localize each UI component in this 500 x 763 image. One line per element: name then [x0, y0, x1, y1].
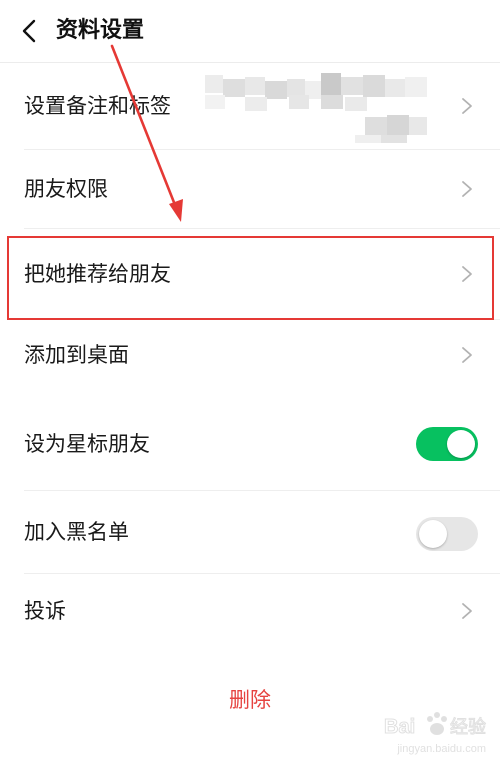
page-title: 资料设置 — [56, 18, 145, 43]
row-add-to-desktop-label: 添加到桌面 — [24, 343, 129, 367]
row-recommend-to-friend-label: 把她推荐给朋友 — [24, 262, 171, 286]
row-blacklist: 加入黑名单 — [0, 491, 500, 573]
svg-text:Bai: Bai — [384, 716, 415, 738]
row-star-friend: 设为星标朋友 — [0, 402, 500, 486]
chevron-right-icon — [462, 603, 472, 619]
row-blacklist-label: 加入黑名单 — [24, 520, 129, 544]
row-complain-label: 投诉 — [24, 599, 66, 623]
chevron-right-icon — [462, 266, 472, 282]
row-recommend-to-friend[interactable]: 把她推荐给朋友 — [0, 229, 500, 319]
row-friend-permissions-label: 朋友权限 — [24, 177, 108, 201]
back-button[interactable] — [14, 14, 44, 48]
header: 资料设置 — [0, 0, 500, 62]
blacklist-toggle[interactable] — [416, 517, 478, 551]
row-add-to-desktop[interactable]: 添加到桌面 — [0, 320, 500, 390]
row-star-friend-label: 设为星标朋友 — [24, 432, 150, 456]
star-friend-toggle[interactable] — [416, 427, 478, 461]
chevron-right-icon — [462, 181, 472, 197]
paw-logo-icon: Bai 经验 — [384, 712, 487, 739]
blurred-remark-info — [205, 73, 445, 143]
svg-text:经验: 经验 — [450, 717, 486, 738]
row-remark-tags[interactable]: 设置备注和标签 — [0, 63, 500, 149]
chevron-right-icon — [462, 98, 472, 114]
chevron-left-icon — [22, 19, 36, 43]
watermark-url: jingyan.baidu.com — [397, 743, 486, 755]
baidu-jingyan-watermark: Bai 经验 jingyan.baidu.com — [382, 709, 490, 755]
row-remark-tags-label: 设置备注和标签 — [24, 94, 171, 118]
row-complain[interactable]: 投诉 — [0, 574, 500, 648]
chevron-right-icon — [462, 347, 472, 363]
toggle-knob — [447, 430, 475, 458]
row-friend-permissions[interactable]: 朋友权限 — [0, 150, 500, 228]
toggle-knob — [419, 520, 447, 548]
